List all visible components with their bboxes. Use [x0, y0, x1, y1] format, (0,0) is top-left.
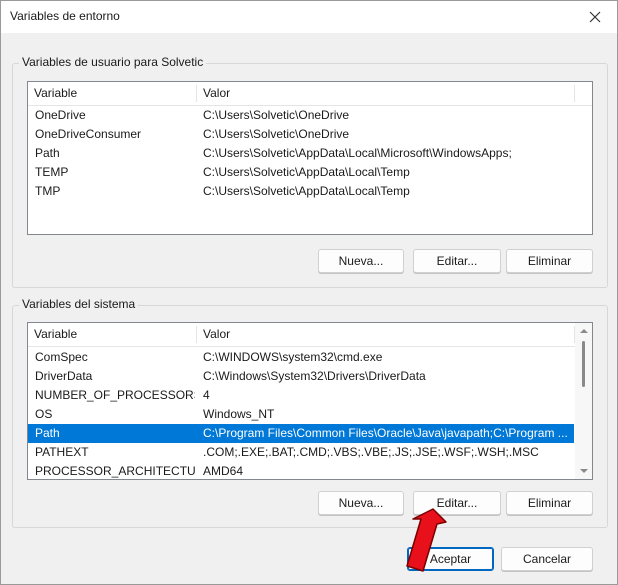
user-list-header: Variable Valor — [28, 82, 592, 106]
list-item[interactable]: TMP C:\Users\Solvetic\AppData\Local\Temp — [28, 182, 574, 201]
window-title: Variables de entorno — [10, 9, 120, 23]
list-item[interactable]: OS Windows_NT — [28, 405, 574, 424]
list-item[interactable]: OneDriveConsumer C:\Users\Solvetic\OneDri… — [28, 125, 574, 144]
system-variables-group: Variables del sistema Variable Valor Com… — [12, 297, 608, 528]
system-list-scrollbar[interactable] — [575, 323, 592, 479]
variable-value: AMD64 — [203, 464, 244, 478]
column-separator[interactable] — [574, 85, 575, 102]
list-item[interactable]: OneDrive C:\Users\Solvetic\OneDrive — [28, 106, 574, 125]
list-item[interactable]: PROCESSOR_ARCHITECTURE AMD64 — [28, 462, 574, 479]
variable-value: 4 — [203, 388, 210, 402]
variable-value: C:\Users\Solvetic\AppData\Local\Microsof… — [203, 146, 512, 160]
list-item[interactable]: Path C:\Program Files\Common Files\Oracle… — [28, 424, 574, 443]
list-item[interactable]: TEMP C:\Users\Solvetic\AppData\Local\Temp — [28, 163, 574, 182]
variable-name: OneDrive — [35, 108, 86, 122]
scroll-down-arrow-icon[interactable] — [580, 469, 588, 473]
user-variables-legend: Variables de usuario para Solvetic — [19, 55, 207, 69]
variable-value: C:\Users\Solvetic\AppData\Local\Temp — [203, 184, 410, 198]
list-item[interactable]: ComSpec C:\WINDOWS\system32\cmd.exe — [28, 348, 574, 367]
user-variables-list[interactable]: Variable Valor OneDrive C:\Users\Solvetic… — [27, 81, 593, 235]
scrollbar-thumb[interactable] — [582, 341, 585, 387]
variable-name: TEMP — [35, 165, 69, 179]
variable-value: .COM;.EXE;.BAT;.CMD;.VBS;.VBE;.JS;.JSE;.… — [203, 445, 539, 459]
variable-name: ComSpec — [35, 350, 88, 364]
environment-variables-dialog: Variables de entorno Variables de usuari… — [0, 0, 618, 585]
column-header-variable[interactable]: Variable — [28, 82, 196, 105]
variable-name: OS — [35, 407, 53, 421]
list-item[interactable]: NUMBER_OF_PROCESSORS 4 — [28, 386, 574, 405]
variable-name: TMP — [35, 184, 61, 198]
variable-name: NUMBER_OF_PROCESSORS — [35, 388, 195, 402]
variable-name: PATHEXT — [35, 445, 89, 459]
user-delete-button[interactable]: Eliminar — [506, 249, 593, 273]
variable-value: C:\Users\Solvetic\OneDrive — [203, 108, 350, 122]
system-new-button[interactable]: Nueva... — [318, 491, 404, 515]
title-bar: Variables de entorno — [1, 1, 617, 33]
scroll-up-arrow-icon[interactable] — [580, 329, 588, 333]
variable-name: OneDriveConsumer — [35, 127, 142, 141]
list-item[interactable]: PATHEXT .COM;.EXE;.BAT;.CMD;.VBS;.VBE;.JS… — [28, 443, 574, 462]
column-header-value[interactable]: Valor — [197, 323, 574, 346]
variable-name: DriverData — [35, 369, 93, 383]
list-item[interactable]: DriverData C:\Windows\System32\Drivers\Dr… — [28, 367, 574, 386]
variable-value: C:\Users\Solvetic\AppData\Local\Temp — [203, 165, 410, 179]
variable-value: Windows_NT — [203, 407, 275, 421]
variable-value: C:\Windows\System32\Drivers\DriverData — [203, 369, 426, 383]
column-header-value[interactable]: Valor — [197, 82, 574, 105]
cancel-button[interactable]: Cancelar — [501, 547, 593, 571]
system-list-header: Variable Valor — [28, 323, 592, 347]
system-delete-button[interactable]: Eliminar — [506, 491, 593, 515]
system-variables-legend: Variables del sistema — [19, 297, 139, 311]
user-variables-group: Variables de usuario para Solvetic Varia… — [12, 55, 608, 288]
close-icon — [589, 11, 601, 23]
system-variables-list[interactable]: Variable Valor ComSpec C:\WINDOWS\system3… — [27, 322, 593, 480]
variable-value: C:\WINDOWS\system32\cmd.exe — [203, 350, 383, 364]
variable-name: PROCESSOR_ARCHITECTURE — [35, 464, 195, 478]
variable-value: C:\Users\Solvetic\OneDrive — [203, 127, 350, 141]
user-edit-button[interactable]: Editar... — [413, 249, 501, 273]
variable-name: Path — [35, 146, 60, 160]
column-header-variable[interactable]: Variable — [28, 323, 196, 346]
close-button[interactable] — [573, 1, 617, 33]
list-item[interactable]: Path C:\Users\Solvetic\AppData\Local\Micr… — [28, 144, 574, 163]
variable-name: Path — [35, 426, 60, 440]
variable-value: C:\Program Files\Common Files\Oracle\Jav… — [203, 426, 568, 440]
annotation-arrow-icon — [406, 508, 447, 572]
user-new-button[interactable]: Nueva... — [318, 249, 404, 273]
